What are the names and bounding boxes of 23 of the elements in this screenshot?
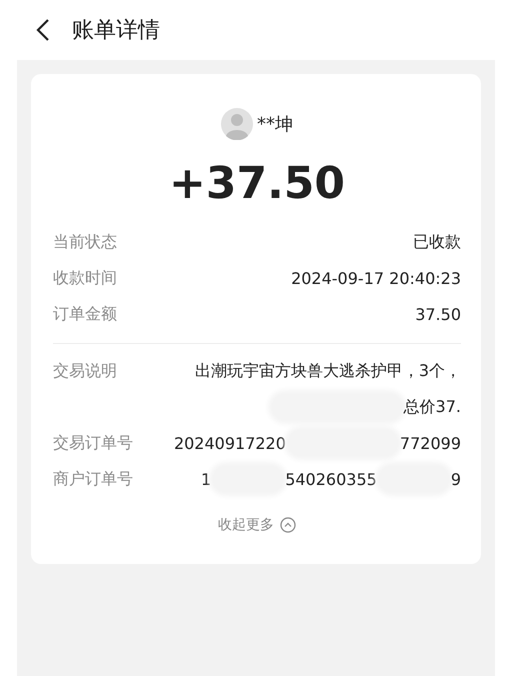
field-value: 37.50 <box>415 304 461 324</box>
field-value: 出潮玩宇宙方块兽大逃杀护甲，3个， <box>194 360 461 382</box>
collapse-button[interactable]: 收起更多 <box>216 514 298 536</box>
chevron-up-icon <box>280 517 296 533</box>
page-title: 账单详情 <box>72 17 160 45</box>
field-value: 2024-09-17 20:40:23 <box>291 268 461 288</box>
field-label: 当前状态 <box>53 232 117 252</box>
field-value: 已收款 <box>413 232 461 252</box>
id-fragment: 540260355 <box>285 470 377 488</box>
field-label: 交易说明 <box>53 360 117 382</box>
payer-name: **坤 <box>257 113 293 136</box>
field-label: 商户订单号 <box>53 468 133 490</box>
amount: +37.50 <box>168 158 346 209</box>
field-label: 交易订单号 <box>53 432 133 454</box>
field-value: 总价37. <box>404 396 461 418</box>
field-label: 订单金额 <box>53 304 117 324</box>
id-fragment: 772099 <box>400 434 461 452</box>
avatar-icon <box>221 108 253 140</box>
id-fragment: 20240917220 <box>174 434 286 452</box>
back-icon[interactable] <box>36 18 50 42</box>
id-fragment: 9 <box>450 470 461 488</box>
field-label: 收款时间 <box>53 268 117 288</box>
id-fragment: 1 <box>201 470 212 488</box>
